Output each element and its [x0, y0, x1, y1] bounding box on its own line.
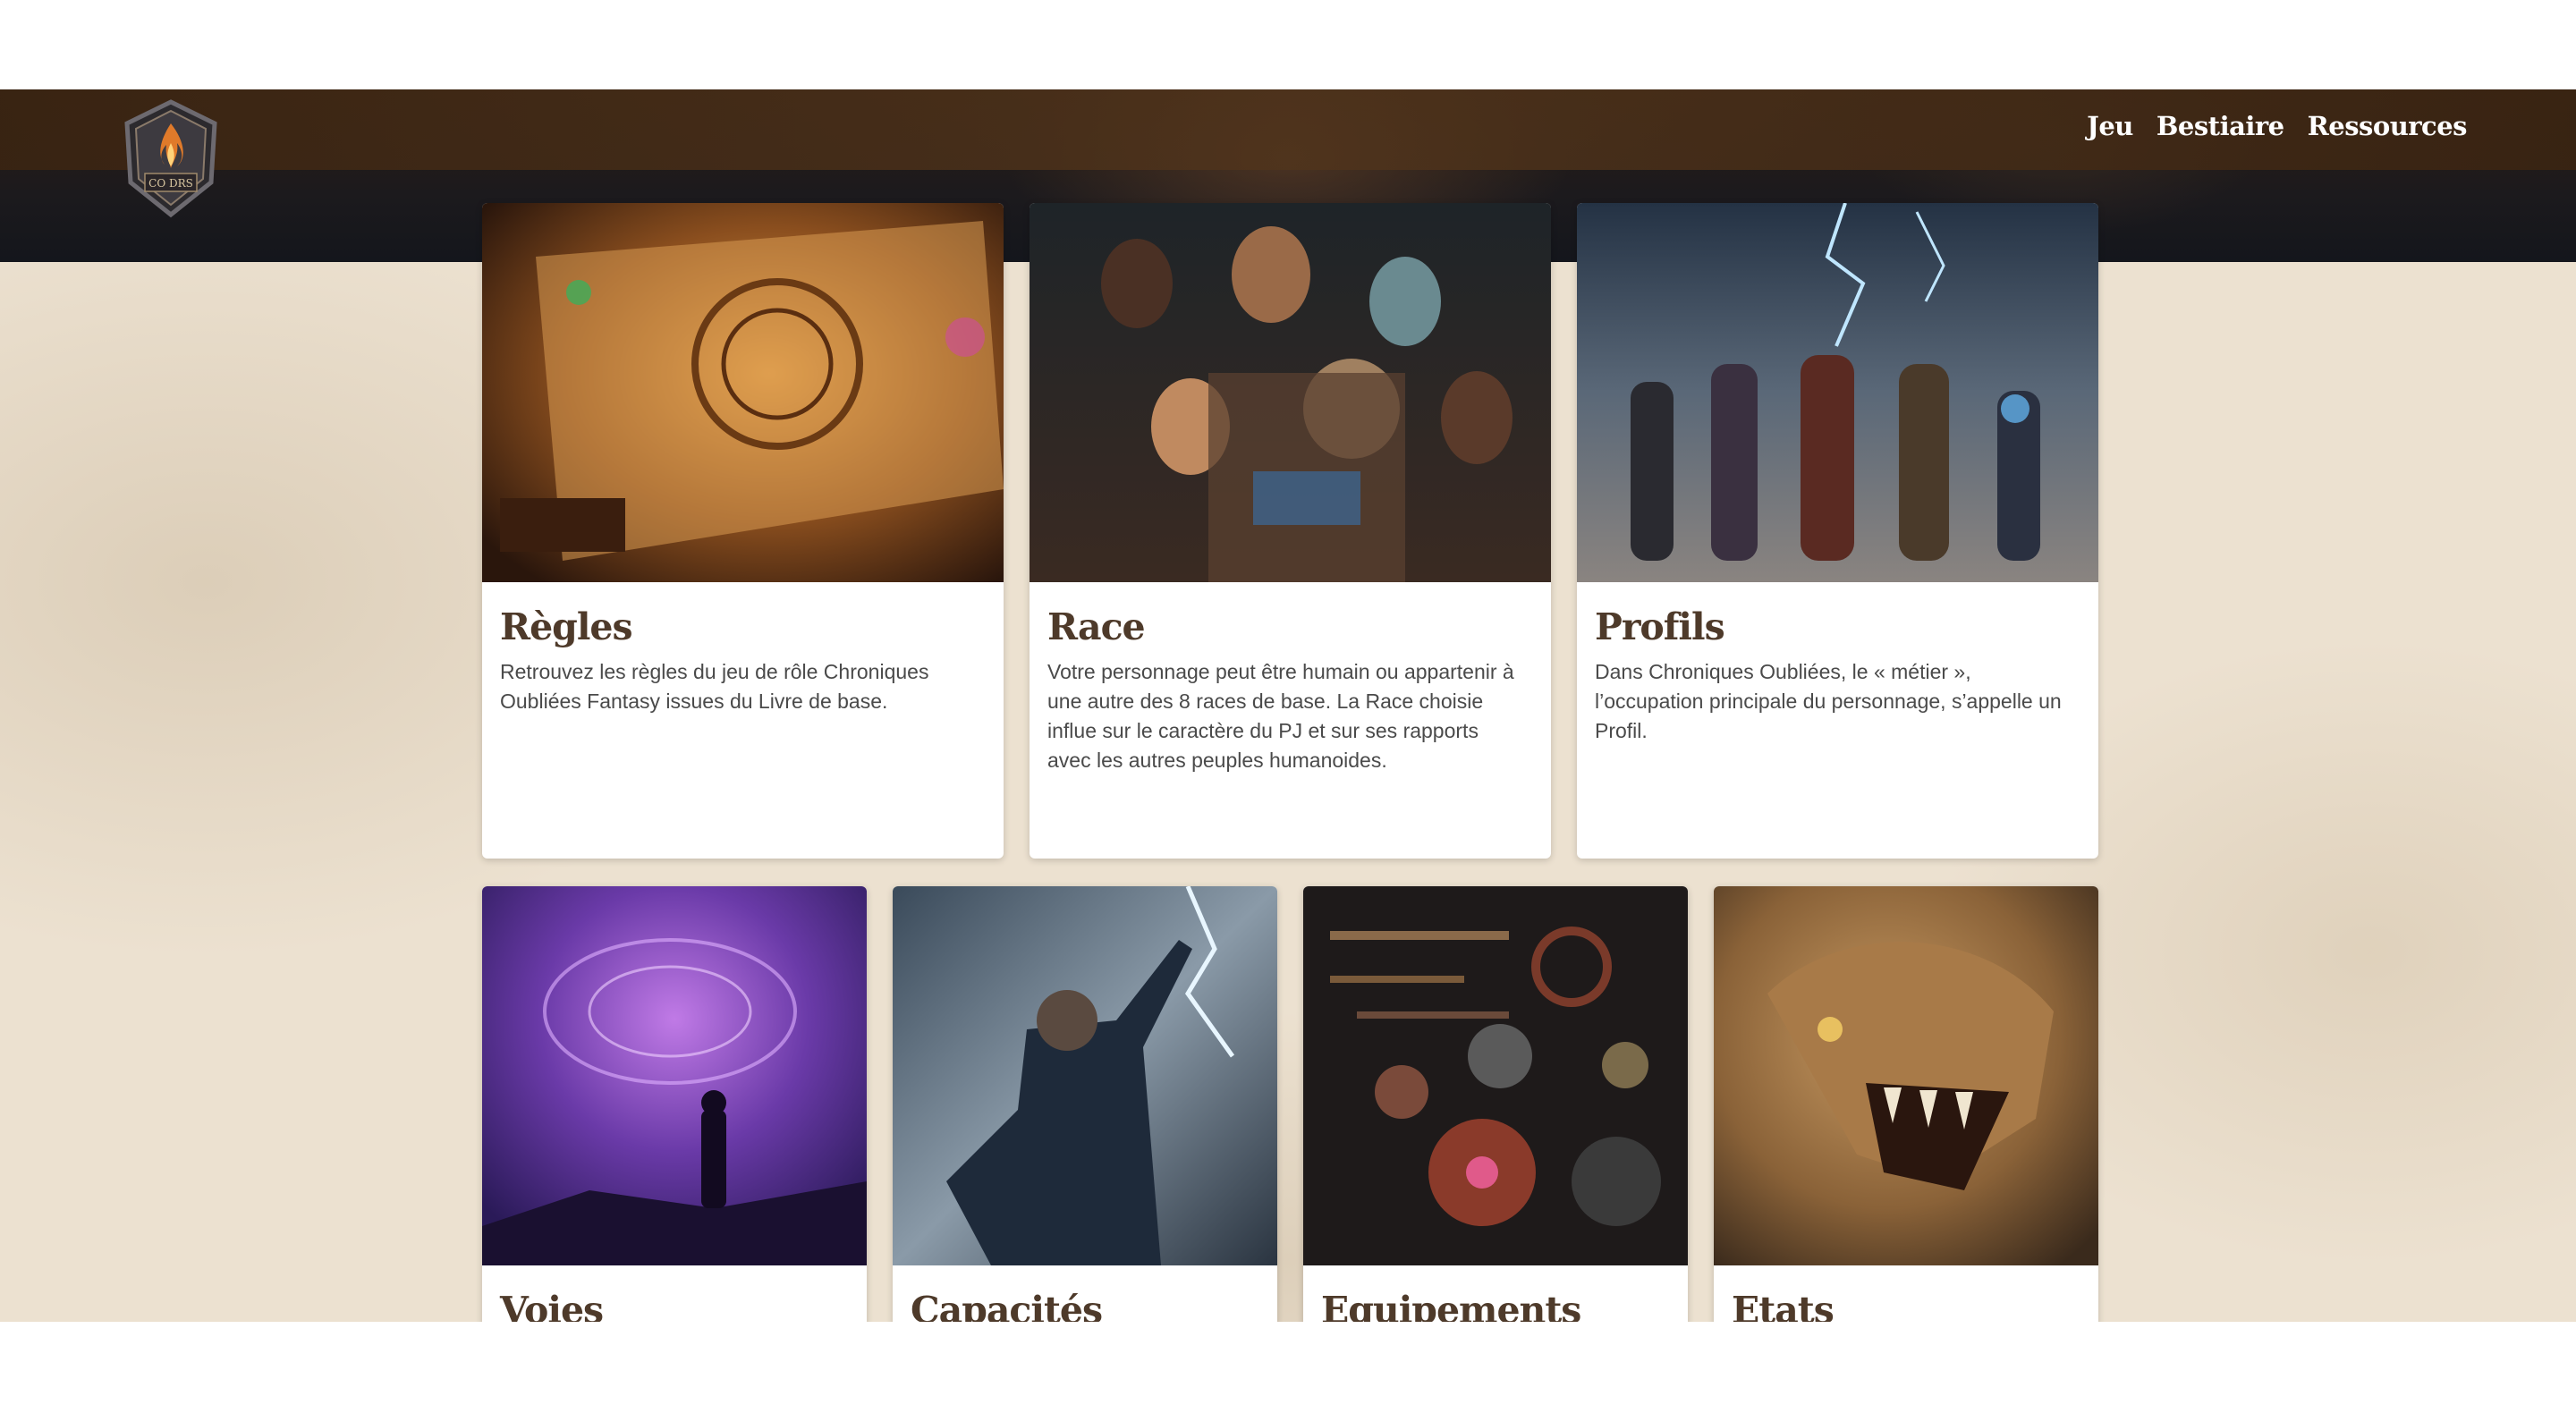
card-title: Etats préjudiciables	[1732, 1289, 1835, 1322]
card-race[interactable]: Race Votre personnage peut être humain o…	[1030, 203, 1551, 859]
card-title: Equipements	[1321, 1289, 1581, 1322]
svg-text:CO DRS: CO DRS	[148, 177, 193, 190]
card-profils[interactable]: Profils Dans Chroniques Oubliées, le « m…	[1577, 203, 2098, 859]
card-image-dragon	[1714, 886, 2098, 1265]
nav-link-jeu[interactable]: Jeu	[2087, 111, 2133, 141]
card-description: Votre personnage peut être humain ou app…	[1047, 660, 1514, 772]
card-capacites[interactable]: Capacités	[893, 886, 1277, 1322]
nav-link-bestiaire[interactable]: Bestiaire	[2157, 111, 2284, 141]
card-title: Profils	[1595, 605, 1725, 648]
site-logo[interactable]: CO DRS	[114, 97, 227, 222]
card-image-storm-mage	[893, 886, 1277, 1265]
card-regles[interactable]: Règles Retrouvez les règles du jeu de rô…	[482, 203, 1004, 859]
card-image-nebula	[482, 886, 867, 1265]
card-title: Règles	[500, 605, 633, 648]
card-image-heroes	[1577, 203, 2098, 582]
card-description: Retrouvez les règles du jeu de rôle Chro…	[500, 660, 929, 713]
card-voies[interactable]: Voies	[482, 886, 867, 1322]
card-image-races	[1030, 203, 1551, 582]
card-etats-prejudiciables[interactable]: Etats préjudiciables	[1714, 886, 2098, 1322]
card-image-scroll	[482, 203, 1004, 582]
nav-link-ressources[interactable]: Ressources	[2308, 111, 2468, 141]
card-equipements[interactable]: Equipements	[1303, 886, 1688, 1322]
main-nav: Jeu Bestiaire Ressources	[2087, 111, 2467, 141]
card-image-weapons	[1303, 886, 1688, 1265]
card-title: Capacités	[911, 1289, 1103, 1322]
page-viewport: CO DRS Jeu Bestiaire Ressources Règles R…	[0, 89, 2576, 1322]
card-description: Dans Chroniques Oubliées, le « métier »,…	[1595, 660, 2062, 742]
card-title: Race	[1047, 605, 1146, 648]
navbar: CO DRS Jeu Bestiaire Ressources	[0, 89, 2576, 218]
card-title: Voies	[500, 1289, 604, 1322]
